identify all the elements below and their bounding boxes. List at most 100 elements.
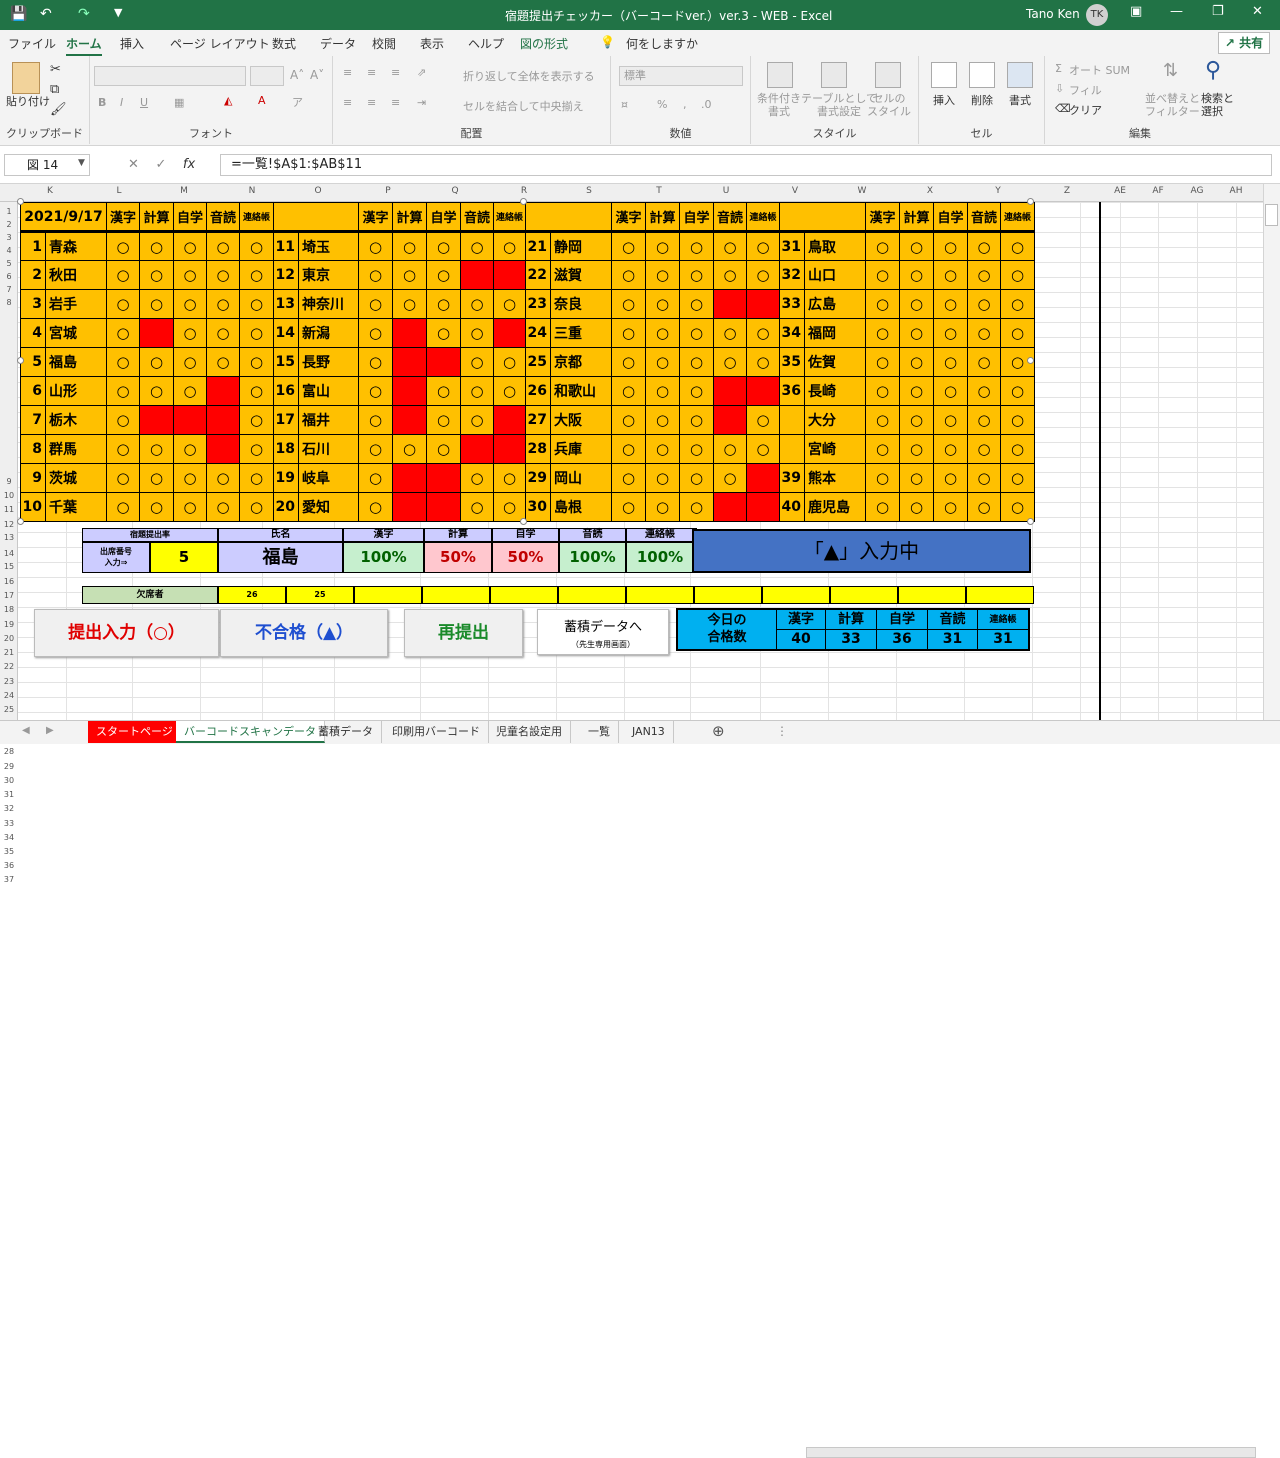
chevron-down-icon[interactable]: ▼ <box>78 158 85 168</box>
align-bottom-icon[interactable]: ≡ <box>391 66 400 79</box>
sheet-tab-names[interactable]: 児童名設定用 <box>488 721 571 743</box>
insert-cells-button[interactable]: 挿入 <box>933 92 955 108</box>
row-header[interactable]: 21 <box>0 648 18 657</box>
column-header[interactable]: O <box>308 186 328 196</box>
column-header[interactable]: X <box>920 186 940 196</box>
column-header[interactable]: K <box>40 186 60 196</box>
row-header[interactable]: 22 <box>0 662 18 671</box>
column-header[interactable]: Y <box>988 186 1008 196</box>
tab-home[interactable]: ホーム <box>66 35 102 57</box>
column-header[interactable]: AG <box>1187 186 1207 196</box>
delete-cells-icon[interactable] <box>969 62 995 88</box>
row-header[interactable]: 23 <box>0 677 18 686</box>
column-header[interactable]: T <box>649 186 669 196</box>
scroll-thumb[interactable] <box>1265 204 1278 226</box>
copy-icon[interactable]: ⧉ <box>50 82 59 97</box>
format-cells-button[interactable]: 書式 <box>1009 92 1031 108</box>
row-header[interactable]: 3 <box>0 233 18 242</box>
align-right-icon[interactable]: ≡ <box>391 96 400 109</box>
decrease-font-icon[interactable]: A˅ <box>310 68 324 82</box>
format-table-icon[interactable] <box>821 62 847 88</box>
cell-styles-icon[interactable] <box>875 62 901 88</box>
restore-icon[interactable]: ❐ <box>1212 4 1224 19</box>
row-header[interactable]: 12 <box>0 520 18 529</box>
submit-button[interactable]: 提出入力（○） <box>34 609 219 657</box>
row-header[interactable]: 9 <box>0 477 18 486</box>
italic-icon[interactable]: I <box>120 96 123 109</box>
redo-icon[interactable]: ↷ <box>78 6 90 22</box>
tab-formulas[interactable]: 数式 <box>272 35 296 52</box>
column-header[interactable]: AH <box>1226 186 1246 196</box>
tab-view[interactable]: 表示 <box>420 35 444 52</box>
sort-filter-button[interactable]: 並べ替えと フィルター <box>1145 92 1200 118</box>
fill-button[interactable]: フィル <box>1069 82 1102 98</box>
sheet-tab-jan13[interactable]: JAN13 <box>624 721 674 743</box>
seat-input[interactable]: 5 <box>150 542 218 573</box>
column-header[interactable]: U <box>716 186 736 196</box>
align-left-icon[interactable]: ≡ <box>343 96 352 109</box>
sheet-tab-print-barcode[interactable]: 印刷用バーコード <box>384 721 489 743</box>
row-header[interactable]: 33 <box>0 819 18 828</box>
wrap-text-button[interactable]: 折り返して全体を表示する <box>463 68 595 84</box>
row-header[interactable]: 5 <box>0 259 18 268</box>
horizontal-scrollbar[interactable] <box>806 1447 1256 1458</box>
selection-handle[interactable] <box>1027 198 1034 205</box>
column-header[interactable]: V <box>785 186 805 196</box>
increase-font-icon[interactable]: A˄ <box>290 68 304 82</box>
enter-icon[interactable]: ✓ <box>155 157 166 172</box>
resubmit-button[interactable]: 再提出 <box>404 609 523 657</box>
row-header[interactable]: 16 <box>0 577 18 586</box>
formula-input[interactable]: =一覧!$A$1:$AB$11 <box>220 154 1272 176</box>
underline-icon[interactable]: U <box>140 96 148 109</box>
tell-me-search[interactable]: 何をしますか <box>626 35 698 52</box>
scroll-right-icon[interactable]: ▶ <box>46 725 54 736</box>
selection-handle[interactable] <box>17 518 24 525</box>
number-format-select[interactable]: 標準 <box>619 66 743 86</box>
format-painter-icon[interactable]: 🖌 <box>50 102 67 117</box>
row-header[interactable]: 4 <box>0 246 18 255</box>
format-table-button[interactable]: テーブルとして 書式設定 <box>801 92 877 118</box>
fill-color-icon[interactable]: ◭ <box>224 94 232 107</box>
close-icon[interactable]: ✕ <box>1252 4 1263 19</box>
sheet-tab-start[interactable]: スタートページ <box>88 721 182 743</box>
save-icon[interactable]: 💾 <box>10 6 27 22</box>
bold-icon[interactable]: B <box>98 96 106 109</box>
phonetic-icon[interactable]: ア <box>292 94 303 110</box>
clear-button[interactable]: クリア <box>1069 102 1102 118</box>
row-header[interactable]: 7 <box>0 285 18 294</box>
merge-center-button[interactable]: セルを結合して中央揃え <box>463 98 584 114</box>
customize-qat-icon[interactable]: ▼ <box>114 6 122 19</box>
row-header[interactable]: 34 <box>0 833 18 842</box>
orientation-icon[interactable]: ⇗ <box>417 66 426 79</box>
column-header[interactable]: AF <box>1148 186 1168 196</box>
paste-icon[interactable] <box>12 62 40 94</box>
row-header[interactable]: 19 <box>0 620 18 629</box>
column-header[interactable]: R <box>514 186 534 196</box>
currency-icon[interactable]: ¤ <box>621 98 628 111</box>
cell-styles-button[interactable]: セルの スタイル <box>867 92 911 118</box>
cancel-icon[interactable]: ✕ <box>128 157 139 172</box>
delete-cells-button[interactable]: 削除 <box>971 92 993 108</box>
row-header[interactable]: 30 <box>0 776 18 785</box>
selection-handle[interactable] <box>520 198 527 205</box>
row-header[interactable]: 24 <box>0 691 18 700</box>
tab-review[interactable]: 校閲 <box>372 35 396 52</box>
font-name-select[interactable] <box>94 66 246 86</box>
font-size-select[interactable] <box>250 66 284 86</box>
row-header[interactable]: 31 <box>0 790 18 799</box>
row-header[interactable]: 14 <box>0 549 18 558</box>
tab-file[interactable]: ファイル <box>8 35 56 52</box>
column-header[interactable]: L <box>109 186 129 196</box>
sheet-tab-barcode-scan[interactable]: バーコードスキャンデータ <box>176 721 325 743</box>
selection-handle[interactable] <box>17 198 24 205</box>
conditional-format-button[interactable]: 条件付き 書式 <box>757 92 801 118</box>
row-header[interactable]: 25 <box>0 705 18 714</box>
paste-button[interactable]: 貼り付け <box>6 93 50 109</box>
add-sheet-icon[interactable]: ⊕ <box>712 722 725 740</box>
indent-icon[interactable]: ⇥ <box>417 96 426 109</box>
row-header[interactable]: 1 <box>0 207 18 216</box>
cut-icon[interactable]: ✂ <box>50 62 61 77</box>
column-header[interactable]: M <box>174 186 194 196</box>
tab-help[interactable]: ヘルプ <box>468 35 504 52</box>
selection-handle[interactable] <box>17 357 24 364</box>
